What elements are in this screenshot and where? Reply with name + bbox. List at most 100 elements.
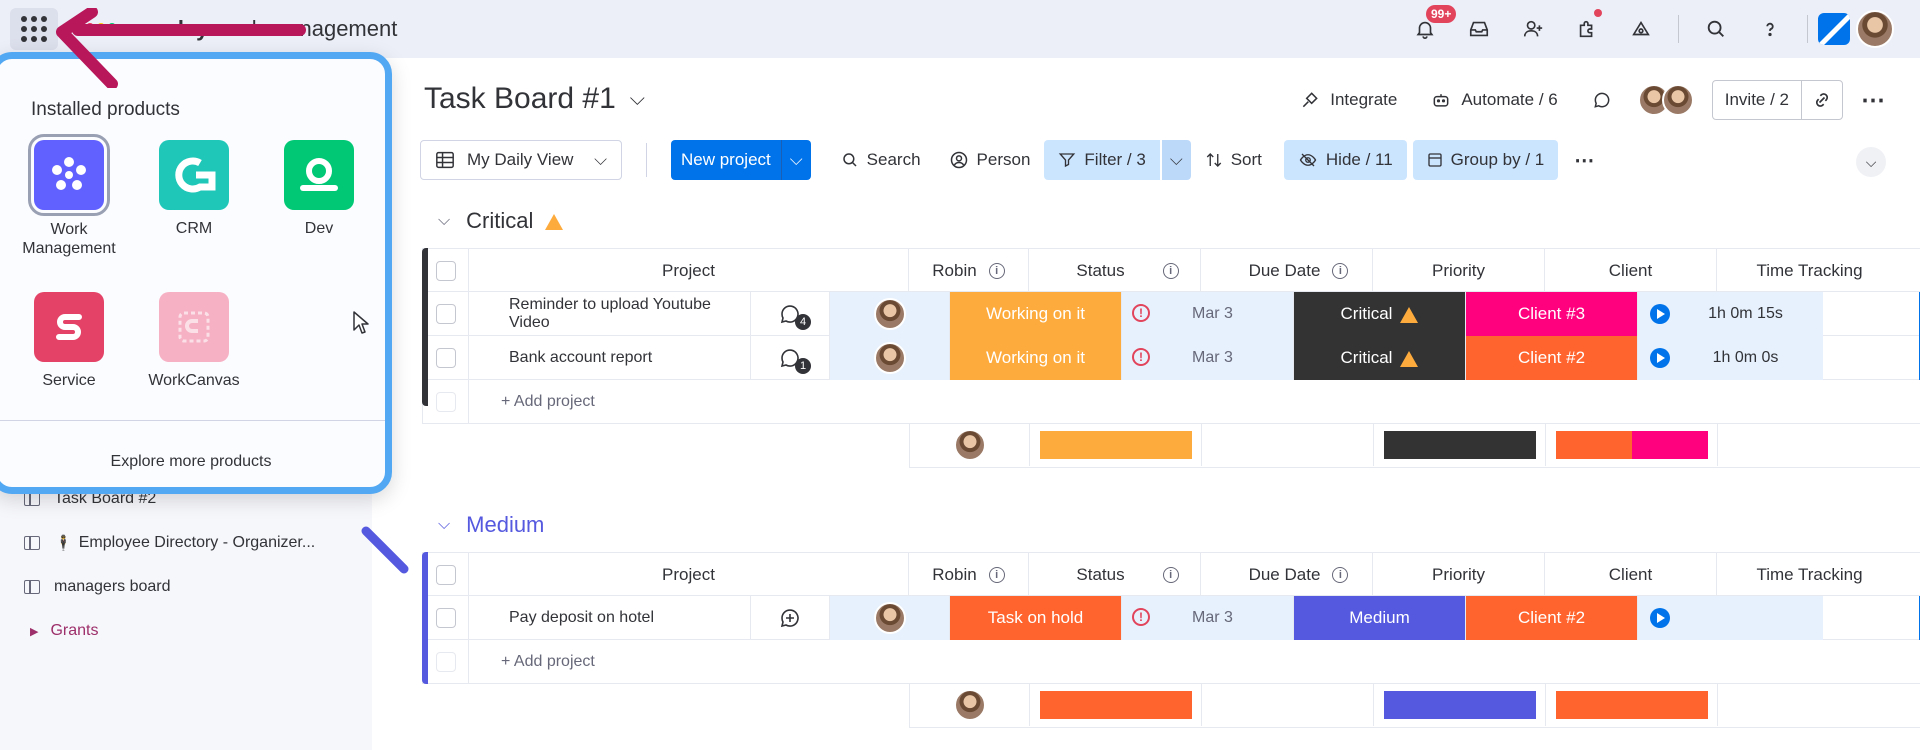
project-cell[interactable]: Reminder to upload Youtube Video 4 — [469, 292, 830, 336]
person-cell[interactable] — [830, 596, 950, 640]
col-header-due-date[interactable]: Due Date i — [1201, 553, 1373, 597]
more-options-icon[interactable]: ⋯ — [1861, 86, 1886, 115]
col-header-robin[interactable]: Robin i — [909, 553, 1029, 597]
status-cell[interactable]: Working on it — [950, 292, 1122, 336]
help-button[interactable] — [1743, 9, 1797, 49]
col-header-time-tracking[interactable]: Time Tracking — [1717, 249, 1902, 293]
group-by-button[interactable]: Group by / 1 — [1412, 140, 1559, 180]
status-cell[interactable]: Working on it — [950, 336, 1122, 380]
filter-dropdown-button[interactable]: ⌵ — [1161, 140, 1191, 180]
select-all-cell[interactable] — [423, 249, 469, 293]
product-work-management[interactable]: Work Management — [14, 134, 124, 258]
play-icon[interactable] — [1650, 348, 1670, 368]
integrations-button[interactable] — [1614, 9, 1668, 49]
person-cell[interactable] — [830, 292, 950, 336]
product-crm[interactable]: CRM — [139, 140, 249, 238]
product-service[interactable]: Service — [14, 292, 124, 390]
priority-cell[interactable]: Critical — [1294, 336, 1466, 380]
info-icon[interactable]: i — [988, 567, 1005, 583]
col-header-project[interactable]: Project — [469, 553, 909, 597]
checkbox[interactable] — [435, 348, 456, 368]
updates-button[interactable]: 1 — [750, 336, 829, 380]
priority-cell[interactable]: Medium — [1294, 596, 1466, 640]
col-header-priority[interactable]: Priority — [1373, 249, 1545, 293]
info-icon[interactable]: i — [1332, 567, 1349, 583]
info-icon[interactable]: i — [1332, 263, 1349, 279]
sidebar-item-managers-board[interactable]: managers board — [24, 578, 171, 596]
col-header-client[interactable]: Client — [1545, 553, 1717, 597]
play-icon[interactable] — [1650, 608, 1670, 628]
notifications-button[interactable]: 99+ — [1398, 5, 1457, 49]
person-filter-button[interactable]: Person — [935, 140, 1045, 180]
group-header-critical[interactable]: ⌵ Critical — [438, 208, 564, 234]
board-members[interactable] — [1637, 84, 1694, 116]
automate-button[interactable]: Automate / 6 — [1423, 84, 1565, 116]
select-all-cell[interactable] — [423, 553, 469, 597]
updates-button[interactable]: 4 — [750, 292, 829, 336]
add-project-input[interactable]: + Add project — [469, 380, 1869, 424]
due-date-cell[interactable]: ! Mar 3 — [1122, 596, 1294, 640]
row-select-cell[interactable] — [423, 336, 469, 380]
priority-cell[interactable]: Critical — [1294, 292, 1466, 336]
board-title[interactable]: Task Board #1 ⌵ — [424, 82, 645, 116]
table-row[interactable]: Pay deposit on hotel Task on hold ! Mar 3… — [422, 596, 1920, 640]
row-select-cell[interactable] — [423, 596, 469, 640]
status-cell[interactable]: Task on hold — [950, 596, 1122, 640]
new-project-button[interactable]: New project ⌵ — [671, 140, 811, 180]
time-tracking-cell[interactable] — [1638, 596, 1823, 640]
chevron-down-icon[interactable]: ⌵ — [780, 140, 811, 180]
time-tracking-cell[interactable]: 1h 0m 0s — [1638, 336, 1823, 380]
copy-link-button[interactable] — [1801, 81, 1842, 119]
checkbox[interactable] — [435, 304, 456, 324]
hide-columns-button[interactable]: Hide / 11 — [1283, 140, 1407, 180]
client-cell[interactable]: Client #2 — [1466, 336, 1638, 380]
search-button[interactable]: Search — [827, 140, 935, 180]
collapse-header-button[interactable]: ⌵ — [1856, 147, 1886, 177]
info-icon[interactable]: i — [1162, 567, 1179, 583]
person-cell[interactable] — [830, 336, 950, 380]
due-date-cell[interactable]: ! Mar 3 — [1122, 336, 1294, 380]
app-grid-button[interactable] — [10, 8, 58, 50]
group-header-medium[interactable]: ⌵ Medium — [438, 512, 544, 538]
client-cell[interactable]: Client #2 — [1466, 596, 1638, 640]
explore-more-products-link[interactable]: Explore more products — [0, 453, 385, 471]
sidebar-folder-grants[interactable]: ▶ Grants — [30, 622, 98, 640]
product-workcanvas[interactable]: WorkCanvas — [139, 292, 249, 390]
col-header-due-date[interactable]: Due Date i — [1201, 249, 1373, 293]
checkbox[interactable] — [435, 608, 456, 628]
add-project-input[interactable]: + Add project — [469, 640, 1869, 684]
row-select-cell[interactable] — [423, 292, 469, 336]
col-header-project[interactable]: Project — [469, 249, 909, 293]
sidebar-item-employee-directory[interactable]: 🕴 Employee Directory - Organizer... — [24, 534, 315, 552]
info-icon[interactable]: i — [988, 263, 1005, 279]
apps-marketplace-button[interactable] — [1560, 9, 1614, 49]
table-row[interactable]: Reminder to upload Youtube Video 4 Worki… — [422, 292, 1920, 336]
inbox-button[interactable] — [1452, 9, 1506, 49]
app-switcher-button[interactable] — [1818, 13, 1850, 45]
toolbar-more-icon[interactable]: ⋯ — [1574, 148, 1595, 173]
filter-button[interactable]: Filter / 3 — [1044, 140, 1160, 180]
play-icon[interactable] — [1650, 304, 1670, 324]
col-header-status[interactable]: Status i — [1029, 249, 1201, 293]
integrate-button[interactable]: Integrate — [1292, 84, 1405, 116]
info-icon[interactable]: i — [1162, 263, 1179, 279]
invite-button[interactable]: Invite / 2 — [1713, 90, 1801, 110]
user-avatar[interactable] — [1856, 10, 1894, 48]
col-header-client[interactable]: Client — [1545, 249, 1717, 293]
updates-button[interactable] — [1584, 84, 1620, 116]
col-header-status[interactable]: Status i — [1029, 553, 1201, 597]
sort-button[interactable]: Sort — [1191, 140, 1276, 180]
checkbox[interactable] — [435, 261, 456, 281]
client-cell[interactable]: Client #3 — [1466, 292, 1638, 336]
checkbox[interactable] — [435, 565, 456, 585]
product-dev[interactable]: Dev — [264, 140, 374, 238]
col-header-priority[interactable]: Priority — [1373, 553, 1545, 597]
project-cell[interactable]: Bank account report 1 — [469, 336, 830, 380]
col-header-time-tracking[interactable]: Time Tracking — [1717, 553, 1902, 597]
add-update-button[interactable] — [750, 596, 829, 640]
project-cell[interactable]: Pay deposit on hotel — [469, 596, 830, 640]
table-row[interactable]: Bank account report 1 Working on it ! Mar… — [422, 336, 1920, 380]
due-date-cell[interactable]: ! Mar 3 — [1122, 292, 1294, 336]
view-selector[interactable]: My Daily View ⌵ — [420, 140, 622, 180]
time-tracking-cell[interactable]: 1h 0m 15s — [1638, 292, 1823, 336]
